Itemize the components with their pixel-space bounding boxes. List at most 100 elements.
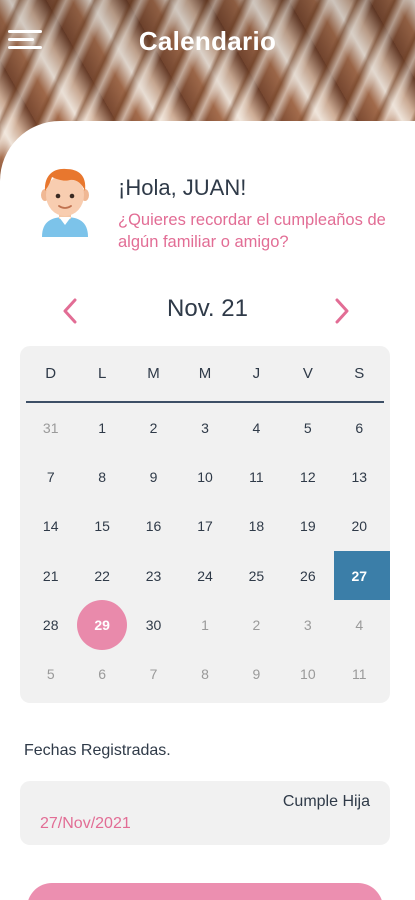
day-number: 13: [351, 468, 368, 485]
day-number: 3: [303, 616, 312, 633]
day-cell[interactable]: 25: [231, 551, 282, 600]
day-cell[interactable]: 7: [25, 452, 76, 501]
registered-dates-title: Fechas Registradas.: [24, 742, 171, 759]
day-number: 5: [46, 666, 55, 683]
day-number: 4: [252, 419, 261, 436]
weekday-label: M: [147, 365, 160, 382]
registered-date-value: 27/Nov/2021: [40, 815, 131, 832]
day-cell[interactable]: 1: [76, 403, 127, 452]
day-grid: 31 1 2 3 4 5 6 7 8 9 10 11 12 13 14 15 16 17 18 19 20 21 22 23 2…: [25, 403, 391, 699]
day-cell[interactable]: 18: [231, 502, 282, 551]
day-cell[interactable]: 15: [76, 502, 127, 551]
day-cell[interactable]: 5: [282, 403, 333, 452]
greeting-question: ¿Quieres recordar el cumpleaños de algún…: [118, 211, 386, 251]
day-number: 11: [249, 468, 264, 485]
day-cell[interactable]: 31: [25, 403, 76, 452]
day-cell[interactable]: 28: [25, 600, 76, 649]
day-cell[interactable]: 21: [25, 551, 76, 600]
day-number: 16: [145, 518, 162, 535]
day-cell[interactable]: 2: [128, 403, 179, 452]
day-cell[interactable]: 26: [282, 551, 333, 600]
day-cell[interactable]: 6: [76, 649, 127, 698]
day-number: 6: [355, 419, 364, 436]
day-number: 27: [351, 567, 368, 584]
weekday-label: L: [97, 365, 107, 382]
calendar-week-row: 28 29 30 1 2 3 4: [25, 600, 385, 649]
day-number: 31: [42, 419, 59, 436]
day-number: 28: [42, 616, 59, 633]
weekday-label: D: [45, 365, 57, 382]
day-number: 4: [355, 616, 364, 633]
day-cell[interactable]: 22: [76, 551, 127, 600]
day-number: 10: [300, 666, 316, 683]
day-cell[interactable]: 20: [334, 502, 385, 551]
calendar-week-row: 7 8 9 10 11 12 13: [25, 452, 385, 501]
month-navigator: Nov. 21: [0, 291, 415, 331]
calendar-week-row: 21 22 23 24 25 26 27: [25, 550, 391, 601]
day-number: 29: [94, 616, 110, 633]
day-number: 11: [351, 666, 367, 683]
day-number: 15: [94, 518, 110, 535]
day-cell[interactable]: 10: [179, 452, 230, 501]
greeting-title: ¡Hola, JUAN!: [118, 175, 247, 200]
day-number: 9: [149, 468, 158, 485]
day-number: 2: [149, 419, 158, 436]
day-number: 12: [300, 468, 316, 485]
day-cell[interactable]: 10: [282, 649, 333, 698]
day-cell[interactable]: 2: [231, 600, 282, 649]
today-day-cell[interactable]: 29: [76, 600, 127, 649]
action-button[interactable]: [27, 883, 383, 900]
avatar-icon: [41, 168, 89, 237]
day-cell[interactable]: 17: [179, 502, 230, 551]
day-cell[interactable]: 24: [179, 551, 230, 600]
day-number: 14: [42, 518, 59, 535]
day-number: 3: [201, 419, 209, 436]
calendar-grid: DLMMJVS 31 1 2 3 4 5 6 7 8 9 10 11 12 13 14 15 16 17 18 19 2…: [20, 346, 391, 703]
day-number: 8: [98, 468, 107, 485]
day-cell[interactable]: 23: [128, 551, 179, 600]
weekday-label: M: [198, 365, 212, 382]
chevron-right-icon[interactable]: [326, 291, 358, 331]
app-title: Calendario: [138, 26, 277, 56]
day-number: 30: [145, 616, 162, 633]
day-cell[interactable]: 8: [179, 649, 230, 698]
day-cell[interactable]: 30: [128, 600, 179, 649]
day-cell[interactable]: 3: [282, 600, 333, 649]
registered-date-item[interactable]: Cumple Hija 27/Nov/2021: [20, 781, 390, 845]
day-number: 19: [300, 518, 316, 535]
day-cell[interactable]: 1: [179, 600, 230, 649]
day-cell[interactable]: 4: [231, 403, 282, 452]
day-number: 17: [197, 518, 213, 535]
day-number: 2: [252, 616, 261, 633]
weekday-header: DLMMJVS: [20, 346, 390, 402]
day-cell[interactable]: 5: [25, 649, 76, 698]
day-number: 10: [197, 468, 213, 485]
day-cell[interactable]: 19: [282, 502, 333, 551]
day-number: 5: [303, 419, 312, 436]
day-number: 25: [248, 567, 265, 584]
day-cell[interactable]: 14: [25, 502, 76, 551]
selected-day-cell[interactable]: 27: [333, 550, 391, 601]
day-cell[interactable]: 12: [282, 452, 333, 501]
day-number: 1: [98, 419, 107, 436]
day-number: 21: [42, 567, 59, 584]
day-cell[interactable]: 7: [128, 649, 179, 698]
day-cell[interactable]: 11: [231, 452, 282, 501]
day-cell[interactable]: 13: [334, 452, 385, 501]
day-cell[interactable]: 3: [179, 403, 230, 452]
weekday-label: J: [252, 365, 261, 382]
day-number: 20: [351, 518, 368, 535]
greeting-section: ¡Hola, JUAN! ¿Quieres recordar el cumple…: [36, 143, 396, 263]
day-cell[interactable]: 16: [128, 502, 179, 551]
day-cell[interactable]: 6: [334, 403, 385, 452]
calendar-week-row: 14 15 16 17 18 19 20: [25, 502, 385, 551]
main-card: ¡Hola, JUAN! ¿Quieres recordar el cumple…: [0, 121, 415, 900]
day-cell[interactable]: 8: [76, 452, 127, 501]
day-number: 6: [98, 666, 107, 683]
day-cell[interactable]: 11: [334, 649, 385, 698]
day-cell[interactable]: 9: [231, 649, 282, 698]
day-cell[interactable]: 9: [128, 452, 179, 501]
weekday-label: S: [354, 365, 365, 382]
calendar-week-row: 31 1 2 3 4 5 6: [25, 403, 385, 452]
day-cell[interactable]: 4: [334, 600, 385, 649]
